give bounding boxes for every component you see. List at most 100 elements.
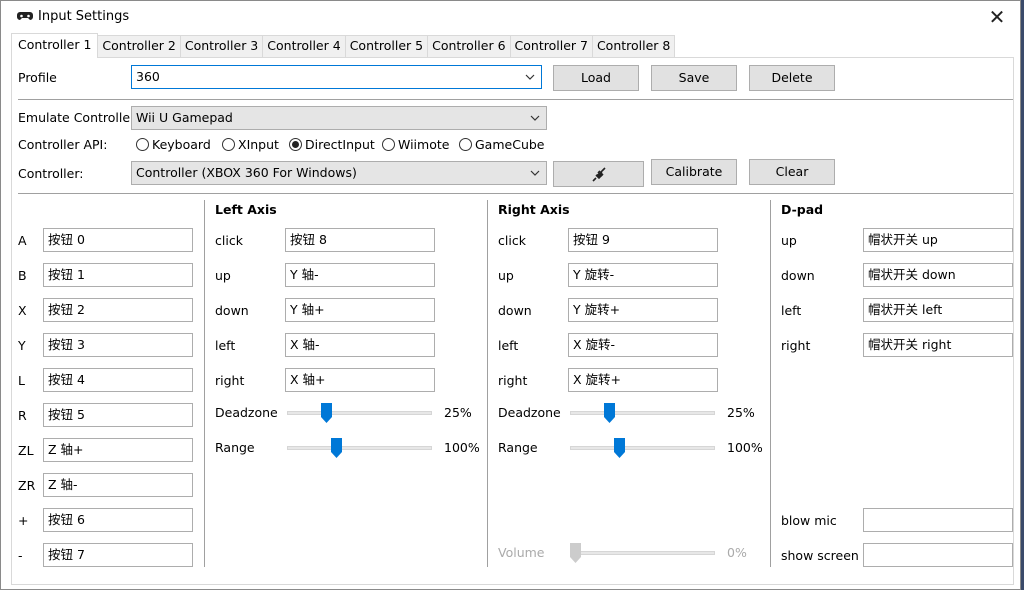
slider-thumb[interactable] bbox=[321, 403, 332, 423]
button-label-x: X bbox=[18, 303, 27, 318]
tab-controller-7[interactable]: Controller 7 bbox=[509, 35, 593, 57]
tab-controller-3[interactable]: Controller 3 bbox=[179, 35, 264, 57]
right-deadzone-slider[interactable] bbox=[570, 403, 715, 423]
right-axis-up-field[interactable]: Y 旋转- bbox=[568, 263, 718, 287]
right-range-value: 100% bbox=[727, 440, 763, 455]
chevron-down-icon bbox=[530, 170, 540, 176]
button-label-plus: + bbox=[18, 513, 29, 528]
connect-button[interactable] bbox=[553, 161, 644, 187]
slider-thumb[interactable] bbox=[614, 438, 625, 458]
controller-api-label: Controller API: bbox=[18, 137, 108, 152]
slider-thumb[interactable] bbox=[604, 403, 615, 423]
right-axis-left-label: left bbox=[498, 338, 519, 353]
slider-thumb[interactable] bbox=[331, 438, 342, 458]
right-axis-left-field[interactable]: X 旋转- bbox=[568, 333, 718, 357]
column-divider bbox=[770, 200, 771, 567]
button-field-plus[interactable]: 按钮 6 bbox=[43, 508, 193, 532]
controller-tabs: Controller 1 Controller 2 Controller 3 C… bbox=[11, 33, 676, 58]
plug-icon bbox=[591, 167, 606, 182]
left-axis-down-field[interactable]: Y 轴+ bbox=[285, 298, 435, 322]
button-field-a[interactable]: 按钮 0 bbox=[43, 228, 193, 252]
save-button[interactable]: Save bbox=[651, 65, 737, 91]
button-field-y[interactable]: 按钮 3 bbox=[43, 333, 193, 357]
left-axis-click-label: click bbox=[215, 233, 243, 248]
radio-label: XInput bbox=[238, 137, 279, 152]
button-label-minus: - bbox=[18, 548, 23, 563]
left-axis-up-label: up bbox=[215, 268, 231, 283]
button-label-zl: ZL bbox=[18, 443, 34, 458]
controller-select[interactable]: Controller (XBOX 360 For Windows) bbox=[131, 161, 547, 185]
window-title: Input Settings bbox=[38, 9, 130, 24]
close-button[interactable]: ✕ bbox=[974, 1, 1020, 32]
tab-controller-8[interactable]: Controller 8 bbox=[591, 35, 676, 57]
button-field-b[interactable]: 按钮 1 bbox=[43, 263, 193, 287]
right-axis-up-label: up bbox=[498, 268, 514, 283]
left-deadzone-label: Deadzone bbox=[215, 405, 278, 420]
left-range-slider[interactable] bbox=[287, 438, 432, 458]
divider bbox=[18, 193, 1013, 194]
api-radio-keyboard[interactable]: Keyboard bbox=[136, 137, 211, 152]
right-axis-right-label: right bbox=[498, 373, 528, 388]
left-range-value: 100% bbox=[444, 440, 480, 455]
left-axis-down-label: down bbox=[215, 303, 249, 318]
button-field-r[interactable]: 按钮 5 bbox=[43, 403, 193, 427]
button-label-b: B bbox=[18, 268, 27, 283]
chevron-down-icon bbox=[525, 74, 535, 80]
dpad-title: D-pad bbox=[781, 202, 824, 217]
button-field-zr[interactable]: Z 轴- bbox=[43, 473, 193, 497]
radio-dot bbox=[222, 138, 235, 151]
emulate-controller-value: Wii U Gamepad bbox=[136, 110, 233, 125]
calibrate-button[interactable]: Calibrate bbox=[651, 159, 737, 185]
dpad-right-field[interactable]: 帽状开关 right bbox=[863, 333, 1013, 357]
right-axis-click-field[interactable]: 按钮 9 bbox=[568, 228, 718, 252]
button-field-zl[interactable]: Z 轴+ bbox=[43, 438, 193, 462]
tab-controller-1[interactable]: Controller 1 bbox=[11, 33, 99, 58]
clear-button[interactable]: Clear bbox=[749, 159, 835, 185]
left-deadzone-slider[interactable] bbox=[287, 403, 432, 423]
emulate-controller-select[interactable]: Wii U Gamepad bbox=[131, 106, 547, 130]
slider-track bbox=[287, 446, 432, 450]
api-radio-wiimote[interactable]: Wiimote bbox=[382, 137, 449, 152]
tab-controller-5[interactable]: Controller 5 bbox=[344, 35, 429, 57]
right-axis-down-field[interactable]: Y 旋转+ bbox=[568, 298, 718, 322]
right-axis-click-label: click bbox=[498, 233, 526, 248]
left-axis-right-field[interactable]: X 轴+ bbox=[285, 368, 435, 392]
button-field-minus[interactable]: 按钮 7 bbox=[43, 543, 193, 567]
blow-mic-field[interactable] bbox=[863, 508, 1013, 532]
load-button[interactable]: Load bbox=[553, 65, 639, 91]
api-radio-directinput[interactable]: DirectInput bbox=[289, 137, 375, 152]
dpad-down-label: down bbox=[781, 268, 815, 283]
left-axis-left-field[interactable]: X 轴- bbox=[285, 333, 435, 357]
title-bar: Input Settings ✕ bbox=[1, 1, 1020, 32]
tab-content: Profile 360 Load Save Delete Emulate Con… bbox=[11, 57, 1014, 585]
dpad-down-field[interactable]: 帽状开关 down bbox=[863, 263, 1013, 287]
dpad-left-field[interactable]: 帽状开关 left bbox=[863, 298, 1013, 322]
right-range-slider[interactable] bbox=[570, 438, 715, 458]
left-axis-click-field[interactable]: 按钮 8 bbox=[285, 228, 435, 252]
left-axis-up-field[interactable]: Y 轴- bbox=[285, 263, 435, 287]
radio-dot-selected bbox=[289, 138, 302, 151]
controller-value: Controller (XBOX 360 For Windows) bbox=[136, 165, 357, 180]
tab-controller-6[interactable]: Controller 6 bbox=[427, 35, 511, 57]
profile-combo[interactable]: 360 bbox=[131, 65, 542, 89]
button-field-x[interactable]: 按钮 2 bbox=[43, 298, 193, 322]
radio-dot bbox=[136, 138, 149, 151]
show-screen-field[interactable] bbox=[863, 543, 1013, 567]
button-label-l: L bbox=[18, 373, 25, 388]
right-axis-title: Right Axis bbox=[498, 202, 570, 217]
slider-track bbox=[570, 446, 715, 450]
tab-controller-4[interactable]: Controller 4 bbox=[262, 35, 346, 57]
right-deadzone-label: Deadzone bbox=[498, 405, 561, 420]
api-radio-gamecube[interactable]: GameCube bbox=[459, 137, 545, 152]
tab-controller-2[interactable]: Controller 2 bbox=[97, 35, 181, 57]
api-radio-xinput[interactable]: XInput bbox=[222, 137, 279, 152]
volume-slider[interactable] bbox=[570, 543, 715, 563]
left-deadzone-value: 25% bbox=[444, 405, 472, 420]
show-screen-label: show screen bbox=[781, 548, 859, 563]
delete-button[interactable]: Delete bbox=[749, 65, 835, 91]
button-field-l[interactable]: 按钮 4 bbox=[43, 368, 193, 392]
right-axis-right-field[interactable]: X 旋转+ bbox=[568, 368, 718, 392]
dpad-up-field[interactable]: 帽状开关 up bbox=[863, 228, 1013, 252]
right-axis-down-label: down bbox=[498, 303, 532, 318]
slider-thumb[interactable] bbox=[570, 543, 581, 563]
